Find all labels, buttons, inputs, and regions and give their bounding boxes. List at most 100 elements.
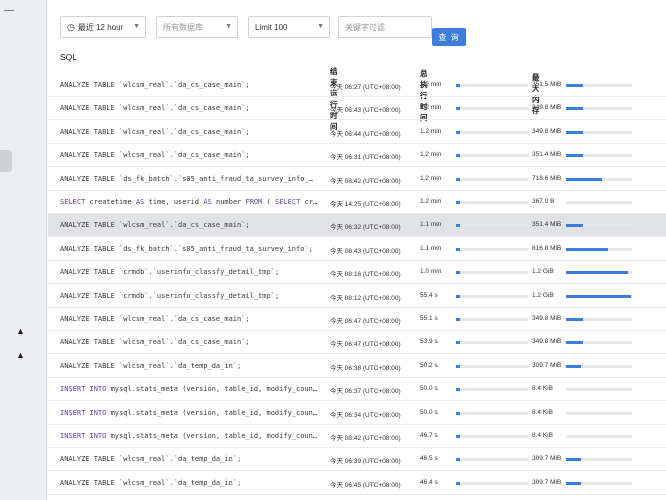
sql-text: ANALYZE TABLE `wlcsm_real`.`da_cs_case_m… (60, 221, 322, 229)
table-row[interactable]: ANALYZE TABLE `wlcsm_real`.`da_cs_case_m… (48, 74, 666, 97)
memory-bar-fill (566, 84, 584, 87)
memory-bar (566, 388, 632, 392)
table-row[interactable]: ANALYZE TABLE `ds_fk_batch`.`s05_anti_fr… (48, 168, 666, 191)
table-row[interactable]: ANALYZE TABLE `wlcsm_real`.`da_cs_case_m… (48, 144, 666, 168)
sql-text: ANALYZE TABLE `wlcsm_real`.`da_cs_case_m… (60, 81, 322, 89)
search-button[interactable]: 查 询 (432, 28, 466, 46)
exec-time-bar-fill (456, 107, 461, 111)
exec-time-bar-fill (456, 364, 461, 368)
memory-bar (566, 364, 632, 368)
memory-bar (566, 341, 632, 345)
max-memory: 309.7 MiB (532, 455, 562, 463)
max-memory: 349.8 MiB (532, 127, 562, 135)
memory-bar-fill (566, 458, 582, 462)
total-exec-time: 50.2 s (420, 361, 438, 369)
table-row[interactable]: INSERT INTO mysql.stats_meta (version, t… (48, 378, 666, 402)
limit-select[interactable]: Limit 100 ▼ (248, 16, 330, 38)
total-exec-time: 53.9 s (420, 338, 438, 346)
sql-fragment: time, userid (144, 198, 204, 206)
table-row[interactable]: ANALYZE TABLE `wlcsm_real`.`da_cs_case_m… (48, 308, 666, 331)
sql-text: ANALYZE TABLE `wlcsm_real`.`da_cs_case_m… (60, 338, 322, 346)
total-exec-time: 1.1 min (420, 221, 442, 229)
total-exec-time: 1.2 min (420, 198, 442, 205)
left-gutter: — ▲ ▲ (0, 0, 47, 500)
sql-keyword: SELECT (275, 198, 301, 206)
max-memory: 8.4 KiB (532, 385, 553, 393)
sql-fragment: mysql.stats_meta (version, table_id, mod… (106, 408, 318, 417)
memory-bar-fill (566, 294, 631, 298)
exec-time-bar (456, 318, 528, 321)
sql-fragment: mysql.stats_meta (version, table_id, mod… (106, 432, 318, 440)
end-time: 今天 06:44 (UTC+08:00) (330, 130, 401, 138)
end-time: 今天 06:37 (UTC+08:00) (330, 388, 401, 396)
sql-fragment: ANALYZE TABLE `wlcsm_real`.`da_temp_da_i… (60, 361, 242, 370)
memory-bar (566, 247, 632, 251)
table-row[interactable]: ANALYZE TABLE `wlcsm_real`.`da_cs_case_m… (48, 121, 666, 144)
sql-fragment: ANALYZE TABLE `wlcsm_real`.`da_cs_case_m… (60, 315, 250, 323)
end-time: 今天 06:47 (UTC+08:00) (330, 341, 401, 349)
chevron-up-icon[interactable]: ▲ (16, 326, 25, 336)
sql-fragment: ANALYZE TABLE `wlcsm_real`.`da_cs_case_m… (60, 338, 250, 347)
table-row[interactable]: ANALYZE TABLE `wlcsm_real`.`da_cs_case_m… (48, 331, 666, 355)
sql-fragment: ANALYZE TABLE `wlcsm_real`.`da_cs_case_m… (60, 151, 250, 160)
sql-fragment: ANALYZE TABLE `crmdb`.`userinfo_classfy_… (60, 291, 280, 300)
exec-time-bar-fill (456, 271, 461, 275)
sql-keyword: INSERT INTO (60, 432, 107, 440)
end-time: 今天 08:43 (UTC+08:00) (330, 247, 401, 255)
chevron-up-icon[interactable]: ▲ (16, 350, 25, 360)
sql-fragment: ANALYZE TABLE `crmdb`.`userinfo_classfy_… (60, 268, 280, 277)
total-exec-time: 46.4 s (420, 478, 438, 486)
max-memory: 8.4 KiB (532, 408, 553, 416)
end-time: 今天 06:27 (UTC+08:00) (330, 84, 401, 91)
keyword-placeholder: 关键字过滤 (345, 22, 385, 32)
sql-keyword: SELECT (60, 198, 86, 206)
table-row[interactable]: ANALYZE TABLE `wlcsm_real`.`da_temp_da_i… (48, 472, 666, 495)
table-row[interactable]: INSERT INTO mysql.stats_meta (version, t… (48, 402, 666, 425)
end-time: 今天 06:32 (UTC+08:00) (330, 224, 401, 232)
memory-bar (566, 271, 632, 275)
memory-bar-fill (566, 130, 584, 134)
exec-time-bar-fill (456, 201, 461, 204)
memory-bar (566, 84, 632, 87)
max-memory: 351.5 MiB (532, 81, 562, 88)
database-value: 所有数据库 (163, 22, 203, 32)
sql-text: ANALYZE TABLE `crmdb`.`userinfo_classfy_… (60, 292, 322, 300)
sql-text: ANALYZE TABLE `wlcsm_real`.`da_cs_case_m… (60, 315, 322, 323)
memory-bar-fill (566, 271, 629, 275)
keyword-filter-input[interactable]: 关键字过滤 (338, 16, 432, 38)
table-row[interactable]: SELECT createtime AS time, userid AS num… (48, 191, 666, 214)
sql-fragment: cr… (300, 198, 318, 206)
end-time: 今天 08:42 (UTC+08:00) (330, 435, 401, 442)
max-memory: 351.4 MiB (532, 221, 562, 229)
table-row[interactable]: ANALYZE TABLE `wlcsm_real`.`da_cs_case_m… (48, 214, 666, 238)
time-range-select[interactable]: ◷ 最近 12 hour ▼ (60, 16, 146, 38)
sql-fragment: number (211, 198, 246, 206)
table-row[interactable]: ANALYZE TABLE `ds_fk_batch`.`s05_anti_fr… (48, 238, 666, 261)
sidebar-drag-handle[interactable] (0, 150, 12, 172)
sql-text: ANALYZE TABLE `wlcsm_real`.`da_cs_case_m… (60, 104, 322, 112)
table-row[interactable]: ANALYZE TABLE `crmdb`.`userinfo_classfy_… (48, 261, 666, 285)
memory-bar (566, 458, 632, 462)
sql-text: INSERT INTO mysql.stats_meta (version, t… (60, 409, 322, 417)
max-memory: 1.2 GiB (532, 291, 554, 299)
max-memory: 816.8 MiB (532, 244, 562, 252)
memory-bar (566, 294, 632, 298)
exec-time-bar-fill (456, 341, 461, 345)
table-row[interactable]: ANALYZE TABLE `crmdb`.`userinfo_classfy_… (48, 285, 666, 308)
database-select[interactable]: 所有数据库 ▼ (156, 16, 238, 38)
table-row[interactable]: INSERT INTO mysql.stats_meta (version, t… (48, 425, 666, 448)
total-exec-time: 46.5 s (420, 455, 438, 463)
table-row[interactable]: ANALYZE TABLE `wlcsm_real`.`da_temp_da_i… (48, 448, 666, 472)
memory-bar-fill (566, 481, 582, 485)
max-memory: 309.7 MiB (532, 361, 562, 369)
sql-fragment: ANALYZE TABLE `ds_fk_batch`.`s05_anti_fr… (60, 244, 313, 253)
column-header-sql[interactable]: SQL (60, 52, 77, 62)
total-exec-time: 50.0 s (420, 408, 438, 416)
end-time: 今天 06:38 (UTC+08:00) (330, 364, 401, 372)
table-row[interactable]: ANALYZE TABLE `wlcsm_real`.`da_cs_case_m… (48, 97, 666, 121)
exec-time-bar (456, 411, 528, 415)
chevron-down-icon: ▼ (133, 23, 140, 30)
exec-time-bar (456, 458, 528, 462)
collapse-toggle-icon[interactable]: — (4, 6, 14, 16)
table-row[interactable]: ANALYZE TABLE `wlcsm_real`.`da_temp_da_i… (48, 355, 666, 378)
